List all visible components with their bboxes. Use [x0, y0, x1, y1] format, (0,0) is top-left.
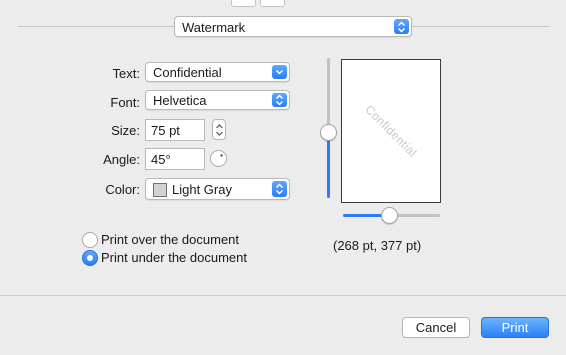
angle-label: Angle:	[103, 152, 140, 167]
dial-indicator-icon	[220, 154, 223, 157]
section-popup-label: Watermark	[182, 20, 246, 35]
vertical-slider-thumb[interactable]	[320, 124, 337, 141]
header-separator-left	[18, 26, 174, 27]
radio-print-under[interactable]	[82, 250, 98, 266]
position-readout: (268 pt, 377 pt)	[333, 238, 422, 253]
cancel-button[interactable]: Cancel	[402, 317, 470, 338]
popup-arrows-icon	[394, 19, 409, 34]
section-popup[interactable]: Watermark	[174, 16, 412, 37]
radio-print-over[interactable]	[82, 232, 98, 248]
preview-watermark-text: Confidential	[362, 102, 420, 160]
angle-field-value: 45°	[151, 152, 171, 167]
popup-arrows-icon	[272, 181, 287, 197]
print-button[interactable]: Print	[481, 317, 549, 338]
page-preview: Confidential	[341, 59, 441, 203]
font-label: Font:	[110, 95, 140, 110]
chevron-down-icon[interactable]	[272, 65, 287, 79]
stepper-arrows-icon	[216, 124, 223, 136]
size-stepper[interactable]	[212, 119, 226, 140]
size-field[interactable]: 75 pt	[145, 119, 205, 141]
color-label: Color:	[105, 182, 140, 197]
top-control-stub-left	[231, 0, 256, 7]
popup-arrows-icon	[272, 93, 287, 107]
footer-separator	[0, 295, 566, 296]
color-popup[interactable]: Light Gray	[145, 178, 290, 200]
top-control-stub-right	[260, 0, 285, 7]
radio-print-over-label: Print over the document	[101, 232, 240, 247]
size-label: Size:	[111, 123, 140, 138]
font-popup[interactable]: Helvetica	[145, 90, 290, 110]
color-popup-value: Light Gray	[172, 182, 232, 197]
text-combo-value: Confidential	[153, 65, 222, 80]
text-label: Text:	[112, 66, 140, 81]
font-popup-value: Helvetica	[153, 93, 207, 108]
size-field-value: 75 pt	[151, 123, 180, 138]
header-separator-right	[412, 26, 549, 27]
horizontal-slider-thumb[interactable]	[381, 207, 398, 224]
angle-field[interactable]: 45°	[145, 148, 205, 170]
text-combo[interactable]: Confidential	[145, 62, 290, 82]
angle-dial[interactable]	[210, 150, 227, 167]
color-swatch	[153, 183, 167, 197]
radio-print-under-label: Print under the document	[101, 250, 247, 265]
